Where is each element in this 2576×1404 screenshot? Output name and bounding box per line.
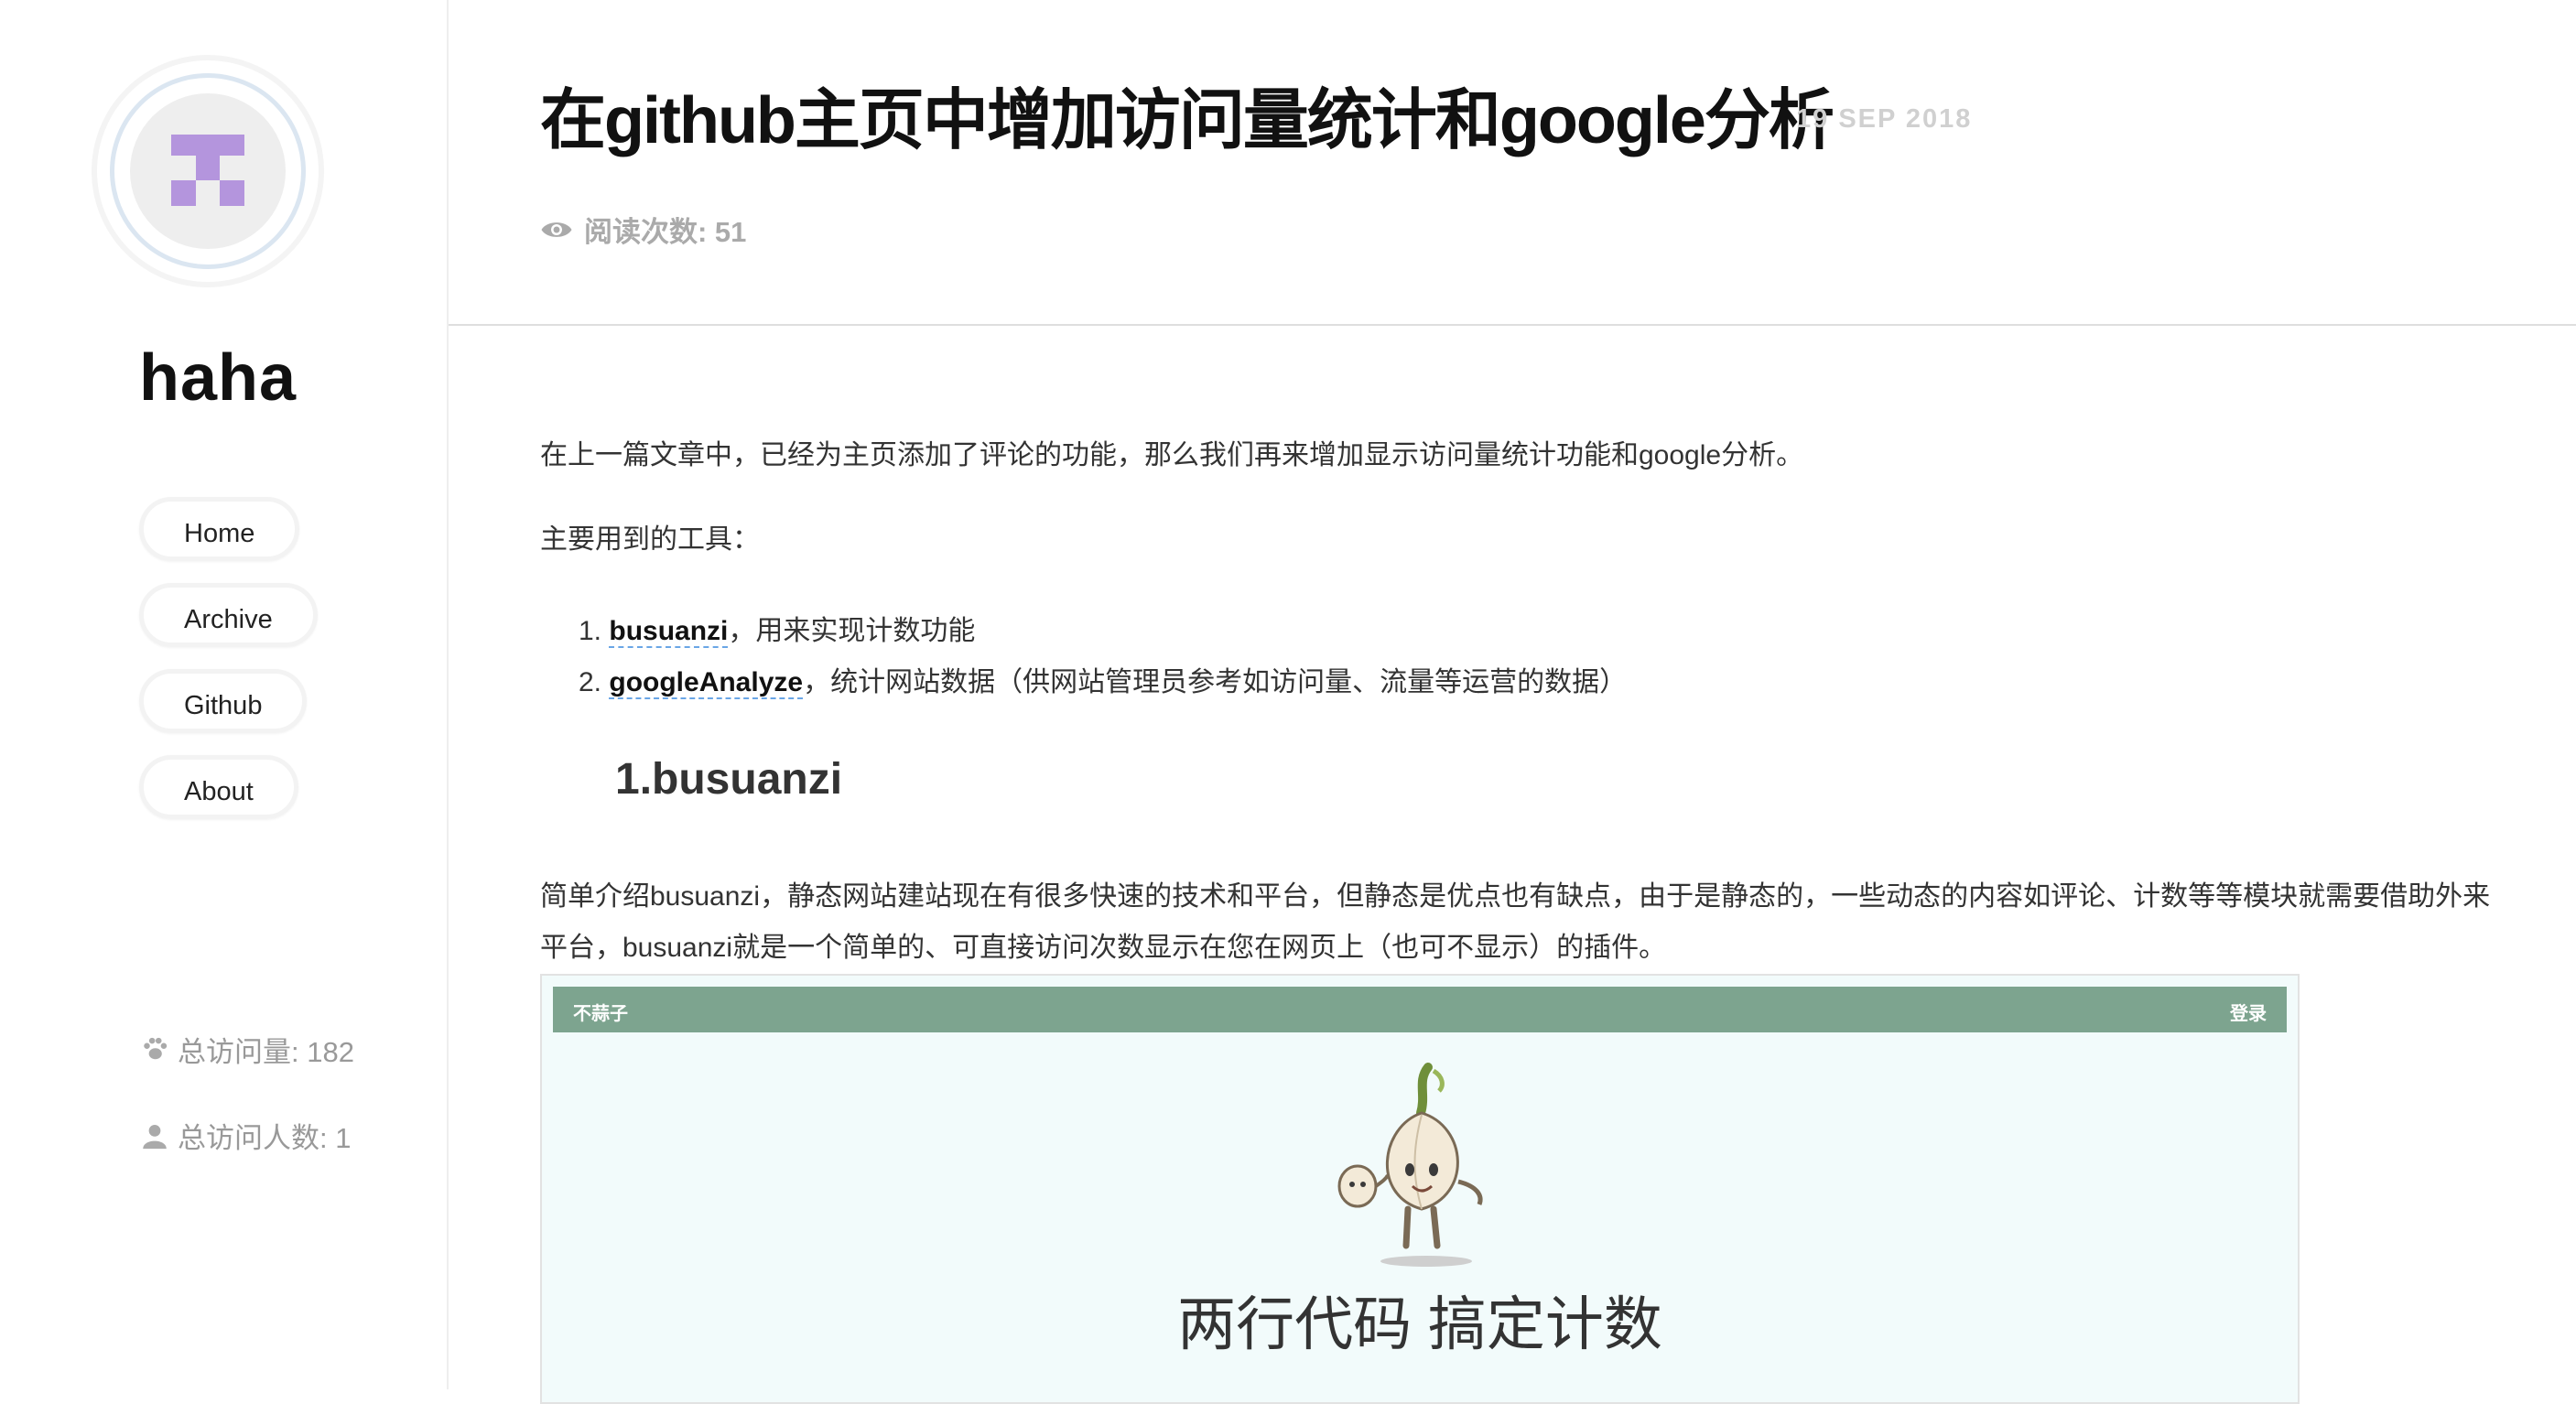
- list-item-desc: ，统计网站数据（供网站管理员参考如访问量、流量等运营的数据）: [803, 667, 1628, 697]
- tools-list: 1. busuanzi，用来实现计数功能 2. googleAnalyze，统计…: [579, 606, 1627, 708]
- eye-icon: [541, 221, 572, 237]
- busuanzi-link[interactable]: busuanzi: [609, 616, 729, 648]
- avatar[interactable]: [130, 93, 286, 249]
- nav-archive-button[interactable]: Archive: [139, 583, 318, 647]
- list-number: 2.: [579, 667, 602, 697]
- post-date: 19 SEP 2018: [1796, 104, 1973, 134]
- identicon-icon: [171, 135, 244, 206]
- total-views-text: 总访问量: 182: [178, 1036, 354, 1068]
- user-icon: [143, 1124, 167, 1149]
- total-visitors-text: 总访问人数: 1: [178, 1122, 352, 1154]
- embedded-navbar: 不蒜子 登录: [553, 987, 2287, 1032]
- section-paragraph: 简单介绍busuanzi，静态网站建站现在有很多快速的技术和平台，但静态是优点也…: [540, 881, 2491, 963]
- paw-icon: [144, 1037, 168, 1059]
- post-header: 在github主页中增加访问量统计和google分析 19 SEP 2018 阅…: [449, 0, 2576, 326]
- total-views-stat: 总访问量: 182: [139, 1029, 354, 1070]
- sidebar: haha Home Archive Github About 总访问量: 182…: [0, 0, 449, 1389]
- nav-home-button[interactable]: Home: [139, 497, 300, 561]
- section-heading: 1.busuanzi: [615, 755, 843, 804]
- embedded-screenshot: 不蒜子 登录 两行代码 搞定计数: [540, 974, 2300, 1404]
- sidebar-nav: Home Archive Github About: [139, 497, 318, 841]
- garlic-mascot-icon: [1337, 1063, 1483, 1267]
- intro-paragraph: 在上一篇文章中，已经为主页添加了评论的功能，那么我们再来增加显示访问量统计功能和…: [540, 440, 1804, 470]
- list-item-desc: ，用来实现计数功能: [728, 616, 976, 646]
- nav-github-button[interactable]: Github: [139, 669, 308, 733]
- post-title: 在github主页中增加访问量统计和google分析: [540, 84, 1835, 157]
- list-number: 1.: [579, 616, 602, 646]
- embedded-slogan: 两行代码 搞定计数: [1177, 1291, 1662, 1357]
- google-analyze-link[interactable]: googleAnalyze: [609, 667, 804, 699]
- view-count-text: 阅读次数: 51: [584, 216, 747, 248]
- list-item: 1. busuanzi，用来实现计数功能: [579, 606, 1627, 657]
- embedded-login: 登录: [2230, 1004, 2267, 1024]
- total-visitors-stat: 总访问人数: 1: [139, 1115, 351, 1156]
- list-item: 2. googleAnalyze，统计网站数据（供网站管理员参考如访问量、流量等…: [579, 657, 1627, 708]
- nav-about-button[interactable]: About: [139, 755, 298, 819]
- post-view-count: 阅读次数: 51: [540, 209, 746, 250]
- tools-label: 主要用到的工具：: [540, 524, 760, 555]
- embedded-brand: 不蒜子: [573, 1004, 628, 1024]
- site-name[interactable]: haha: [139, 340, 297, 416]
